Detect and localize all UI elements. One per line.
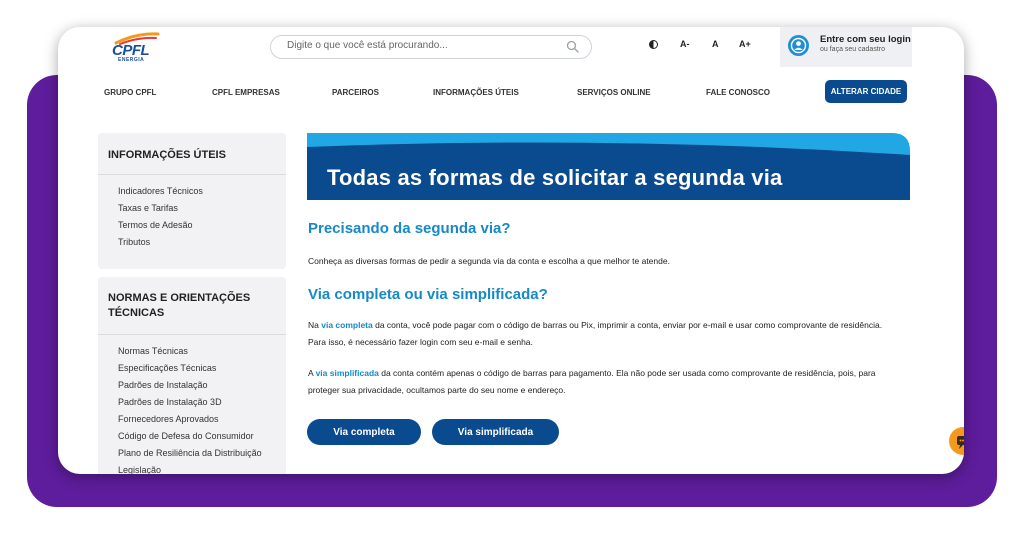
via-simplificada-button[interactable]: Via simplificada — [432, 419, 559, 445]
text: A — [308, 368, 316, 378]
sidebar-panel-normas: NORMAS E ORIENTAÇÕES TÉCNICAS Normas Téc… — [98, 277, 286, 474]
font-normal-button[interactable]: A — [712, 39, 719, 49]
nav-cpfl-empresas[interactable]: CPFL EMPRESAS — [212, 88, 280, 97]
sidebar-link-padroes[interactable]: Padrões de Instalação — [118, 380, 208, 390]
contrast-icon[interactable] — [649, 40, 658, 49]
chat-icon[interactable] — [949, 427, 964, 455]
login-box[interactable]: Entre com seu login ou faça seu cadastro — [780, 27, 912, 67]
page-banner: Todas as formas de solicitar a segunda v… — [307, 133, 910, 200]
font-decrease-button[interactable]: A- — [680, 39, 690, 49]
text: proteger sua privacidade, ocultamos part… — [308, 385, 566, 395]
via-completa-link[interactable]: via completa — [321, 320, 373, 330]
sidebar-link-indicadores[interactable]: Indicadores Técnicos — [118, 186, 203, 196]
browser-window: CPFL ENERGIA A- A A+ Entre com seu login… — [58, 27, 964, 474]
sidebar-link-fornecedores[interactable]: Fornecedores Aprovados — [118, 414, 219, 424]
sidebar-link-padroes-3d[interactable]: Padrões de Instalação 3D — [118, 397, 222, 407]
via-simplificada-paragraph: A via simplificada da conta contém apena… — [308, 365, 908, 399]
font-increase-button[interactable]: A+ — [739, 39, 751, 49]
user-avatar-icon — [788, 35, 809, 56]
page-title: Todas as formas de solicitar a segunda v… — [327, 165, 783, 190]
sidebar-section-title: NORMAS E ORIENTAÇÕES TÉCNICAS — [108, 291, 250, 321]
via-simplificada-link[interactable]: via simplificada — [316, 368, 379, 378]
divider — [98, 334, 286, 335]
sidebar-link-tributos[interactable]: Tributos — [118, 237, 150, 247]
sidebar-link-taxas[interactable]: Taxas e Tarifas — [118, 203, 178, 213]
search-input[interactable] — [287, 40, 557, 51]
cpfl-logo[interactable]: CPFL ENERGIA — [110, 31, 170, 65]
sidebar-link-legislacao[interactable]: Legislação — [118, 465, 161, 474]
sidebar-section-title-line1: NORMAS E ORIENTAÇÕES — [108, 292, 251, 304]
nav-parceiros[interactable]: PARCEIROS — [332, 88, 379, 97]
section-heading-via-completa: Via completa ou via simplificada? — [308, 286, 548, 303]
text: Na — [308, 320, 322, 330]
search-icon[interactable] — [566, 40, 579, 53]
alterar-cidade-button[interactable]: ALTERAR CIDADE — [825, 80, 907, 103]
nav-informacoes-uteis[interactable]: INFORMAÇÕES ÚTEIS — [433, 88, 519, 97]
text: da conta, você pode pagar com o código d… — [372, 320, 883, 330]
nav-fale-conosco[interactable]: FALE CONOSCO — [706, 88, 770, 97]
sidebar-section-title: INFORMAÇÕES ÚTEIS — [108, 149, 226, 161]
sidebar-link-plano-resiliencia[interactable]: Plano de Resiliência da Distribuição — [118, 448, 262, 458]
intro-paragraph: Conheça as diversas formas de pedir a se… — [308, 256, 670, 266]
logo-subtitle: ENERGIA — [118, 57, 145, 63]
sidebar-link-termos[interactable]: Termos de Adesão — [118, 220, 193, 230]
nav-servicos-online[interactable]: SERVIÇOS ONLINE — [577, 88, 651, 97]
sidebar-link-codigo-defesa[interactable]: Código de Defesa do Consumidor — [118, 431, 254, 441]
text: Para isso, é necessário fazer login com … — [308, 337, 533, 347]
divider — [98, 174, 286, 175]
login-title[interactable]: Entre com seu login — [820, 34, 911, 45]
signup-link[interactable]: ou faça seu cadastro — [820, 46, 885, 53]
sidebar-link-normas[interactable]: Normas Técnicas — [118, 346, 188, 356]
search-box[interactable] — [270, 35, 592, 59]
via-completa-button[interactable]: Via completa — [307, 419, 421, 445]
sidebar-section-title-line2: TÉCNICAS — [108, 307, 165, 319]
sidebar-panel-info: INFORMAÇÕES ÚTEIS Indicadores Técnicos T… — [98, 133, 286, 269]
nav-grupo-cpfl[interactable]: GRUPO CPFL — [104, 88, 156, 97]
via-completa-paragraph: Na via completa da conta, você pode paga… — [308, 317, 908, 351]
sidebar-link-especificacoes[interactable]: Especificações Técnicas — [118, 363, 216, 373]
section-heading-segunda-via: Precisando da segunda via? — [308, 220, 511, 237]
text: da conta contém apenas o código de barra… — [378, 368, 876, 378]
